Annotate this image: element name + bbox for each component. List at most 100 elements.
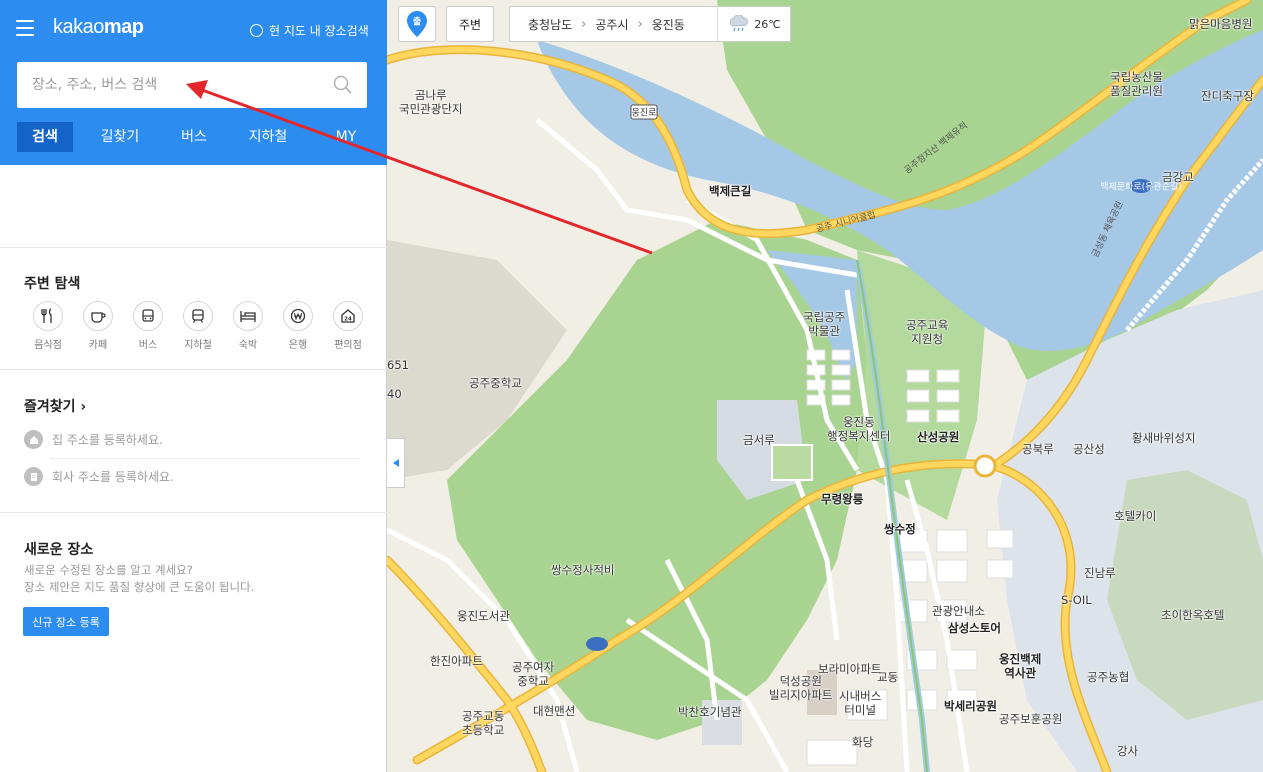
- poi-label[interactable]: 한진아파트: [430, 654, 483, 668]
- chevron-left-icon: [392, 459, 399, 467]
- panel-header: kakaomap 현 지도 내 장소검색 검색 길찾기 버스 지하철 MY: [0, 0, 387, 165]
- nearby-subway[interactable]: 지하철: [173, 301, 223, 351]
- hamburger-menu-icon[interactable]: [16, 20, 34, 36]
- nearby-label: 지하철: [184, 340, 212, 351]
- divider: [0, 512, 387, 513]
- poi-label[interactable]: 쌍수정사적비: [551, 563, 614, 577]
- tab-bus[interactable]: 버스: [180, 122, 208, 152]
- tab-my[interactable]: MY: [333, 122, 359, 152]
- poi-label[interactable]: 국립농산물 품질관리원: [1110, 70, 1163, 98]
- weather-widget[interactable]: 26℃: [717, 7, 791, 41]
- poi-label[interactable]: 초이한옥호텔: [1161, 608, 1224, 622]
- poi-label[interactable]: 웅진백제 역사관: [999, 652, 1041, 680]
- tab-directions[interactable]: 길찾기: [100, 122, 140, 152]
- poi-label[interactable]: 강사: [1117, 744, 1138, 758]
- poi-label[interactable]: 웅진도서관: [457, 609, 510, 623]
- poi-label[interactable]: 황새바위성지: [1132, 431, 1195, 445]
- poi-label[interactable]: 맑은마음병원: [1189, 17, 1252, 31]
- poi-label[interactable]: 관광안내소: [932, 604, 985, 618]
- set-start-button[interactable]: 출: [398, 6, 436, 42]
- poi-label[interactable]: 대현맨션: [533, 704, 575, 718]
- nearby-convenience[interactable]: 24 편의점: [323, 301, 373, 351]
- poi-label[interactable]: 진남루: [1084, 566, 1116, 580]
- poi-label[interactable]: 백제큰길: [709, 184, 751, 198]
- poi-label[interactable]: 공주여자 중학교: [512, 660, 554, 688]
- building-icon: [24, 467, 43, 486]
- favorites-title[interactable]: 즐겨찾기 ›: [24, 396, 86, 416]
- region-dong[interactable]: 웅진동: [652, 16, 685, 33]
- poi-label[interactable]: 40: [387, 387, 402, 401]
- divider: [0, 247, 387, 248]
- poi-label[interactable]: 호텔카이: [1114, 509, 1156, 523]
- nearby-bank[interactable]: 은행: [273, 301, 323, 351]
- collapse-panel-button[interactable]: [387, 438, 405, 488]
- nearby-label: 은행: [288, 340, 308, 351]
- won-icon: [290, 308, 306, 324]
- poi-label[interactable]: S-OIL: [1061, 593, 1092, 607]
- weather-temperature: 26℃: [754, 17, 781, 31]
- poi-label[interactable]: 곰나루 국민관광단지: [399, 88, 462, 116]
- tab-search[interactable]: 검색: [17, 122, 73, 152]
- chevron-right-icon: ›: [80, 399, 87, 415]
- map-area-search-toggle[interactable]: 현 지도 내 장소검색: [250, 22, 369, 39]
- nearby-restaurant[interactable]: 음식점: [23, 301, 73, 351]
- poi-label[interactable]: 651: [387, 358, 409, 372]
- poi-label[interactable]: 금서루: [743, 433, 775, 447]
- route-651-shield: 웅진로: [632, 108, 657, 119]
- poi-label[interactable]: 산성공원: [917, 430, 959, 444]
- search-icon[interactable]: [333, 75, 353, 95]
- subway-icon: [192, 309, 204, 323]
- nearby-label: 음식점: [34, 340, 62, 351]
- poi-label[interactable]: 공주중학교: [469, 376, 522, 390]
- poi-label[interactable]: 무령왕릉: [821, 492, 863, 506]
- bed-icon: [240, 311, 256, 322]
- tab-subway[interactable]: 지하철: [247, 122, 289, 152]
- poi-label[interactable]: 잔디축구장: [1201, 89, 1254, 103]
- nearby-label: 숙박: [238, 340, 258, 351]
- poi-label[interactable]: 공주교동 초등학교: [462, 709, 504, 737]
- favorite-home[interactable]: 집 주소를 등록하세요.: [24, 430, 163, 449]
- nearby-label: 카페: [88, 340, 108, 351]
- nearby-cafe[interactable]: 카페: [73, 301, 123, 351]
- poi-label[interactable]: 공북루: [1022, 442, 1054, 456]
- new-place-description: 새로운 수정된 장소를 알고 계세요? 장소 제안은 지도 품질 향상에 큰 도…: [24, 562, 254, 596]
- poi-label[interactable]: 금강교: [1162, 170, 1194, 184]
- poi-label[interactable]: 교동: [877, 670, 898, 684]
- nearby-title: 주변 탐색: [24, 276, 81, 292]
- poi-label[interactable]: 공주농협: [1087, 670, 1129, 684]
- start-marker-icon: 출: [407, 11, 427, 37]
- poi-label[interactable]: 웅진동 행정복지센터: [827, 415, 890, 443]
- region-city[interactable]: 공주시: [595, 16, 628, 33]
- poi-label[interactable]: 화당: [852, 735, 873, 749]
- panel-tabs: 검색 길찾기 버스 지하철 MY: [17, 122, 359, 152]
- poi-label[interactable]: 덕성공원 빌리지아파트: [769, 674, 832, 702]
- nearby-category-list: 음식점 카페 버스 지하철 숙박 은행 24 편의점: [23, 301, 373, 351]
- favorite-home-text: 집 주소를 등록하세요.: [52, 433, 163, 447]
- favorite-work[interactable]: 회사 주소를 등록하세요.: [24, 467, 174, 486]
- home-icon: [24, 430, 43, 449]
- map-view[interactable]: 웅진로 백제문화로(유관순길) 공주정지산 백제유적 공주 시니어클럽 금성동 …: [387, 0, 1263, 772]
- poi-label[interactable]: 공주보훈공원: [999, 712, 1062, 726]
- poi-label[interactable]: 삼성스토어: [948, 621, 1001, 635]
- cafe-icon: [91, 312, 106, 323]
- poi-label[interactable]: 박세리공원: [944, 699, 997, 713]
- favorite-work-text: 회사 주소를 등록하세요.: [52, 470, 174, 484]
- nearby-lodging[interactable]: 숙박: [223, 301, 273, 351]
- poi-label[interactable]: 국립공주 박물관: [803, 310, 845, 338]
- search-input[interactable]: [17, 62, 317, 108]
- poi-label[interactable]: 공산성: [1073, 442, 1105, 456]
- region-province[interactable]: 충청남도: [528, 16, 572, 33]
- poi-label[interactable]: 쌍수정: [884, 522, 916, 536]
- divider: [0, 369, 387, 370]
- map-area-search-label: 현 지도 내 장소검색: [269, 24, 369, 38]
- nearby-bus[interactable]: 버스: [123, 301, 173, 351]
- poi-label[interactable]: 공주교육 지원청: [906, 318, 948, 346]
- radio-icon: [250, 24, 263, 37]
- poi-label[interactable]: 시내버스 터미널: [839, 689, 881, 717]
- poi-label[interactable]: 박찬호기념관: [678, 705, 741, 719]
- kakaomap-logo[interactable]: kakaomap: [53, 16, 144, 39]
- nearby-label: 편의점: [334, 340, 362, 351]
- new-place-title: 새로운 장소: [24, 542, 94, 558]
- register-new-place-button[interactable]: 신규 장소 등록: [23, 607, 109, 636]
- nearby-button[interactable]: 주변: [446, 6, 494, 42]
